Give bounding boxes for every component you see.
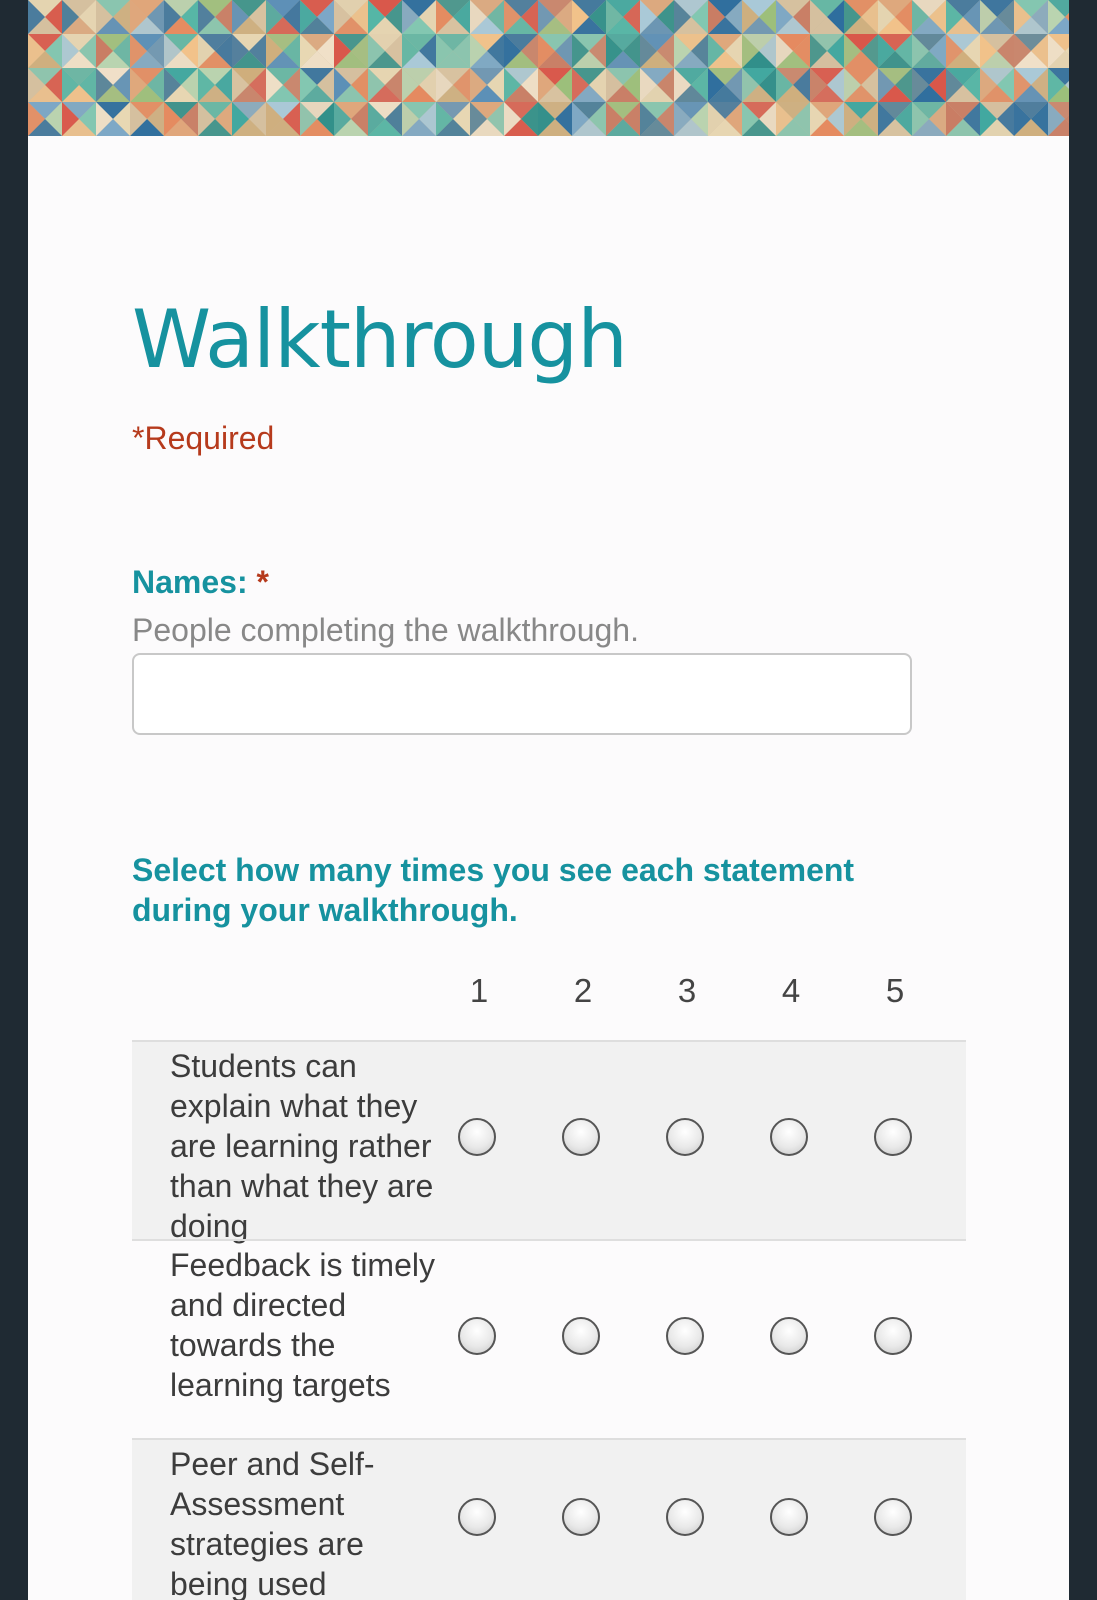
grid-row-label: Feedback is timely and directed towards …	[170, 1247, 435, 1403]
grid-row-label: Peer and Self-Assessment strategies are …	[170, 1446, 375, 1600]
names-input[interactable]	[132, 653, 912, 735]
radio-option-4[interactable]	[770, 1498, 808, 1536]
radio-option-2[interactable]	[562, 1317, 600, 1355]
grid-column-label: 4	[781, 972, 801, 1009]
header-banner-image	[28, 0, 1069, 136]
grid-column-label: 5	[885, 972, 905, 1009]
radio-option-5[interactable]	[874, 1498, 912, 1536]
grid-column-label: 2	[573, 972, 593, 1009]
radio-option-1[interactable]	[458, 1118, 496, 1156]
radio-option-2[interactable]	[562, 1498, 600, 1536]
radio-option-2[interactable]	[562, 1118, 600, 1156]
form-title: Walkthrough	[132, 293, 628, 386]
radio-option-5[interactable]	[874, 1317, 912, 1355]
grid-column-label: 1	[469, 972, 489, 1009]
grid-header: 1 2 3 4 5	[132, 960, 966, 1040]
grid-question-title: Select how many times you see each state…	[132, 852, 855, 928]
names-question-title: Names: *	[132, 562, 269, 602]
radio-option-3[interactable]	[666, 1317, 704, 1355]
grid-row: Peer and Self-Assessment strategies are …	[132, 1438, 966, 1600]
radio-option-1[interactable]	[458, 1498, 496, 1536]
radio-option-5[interactable]	[874, 1118, 912, 1156]
radio-option-4[interactable]	[770, 1317, 808, 1355]
radio-option-3[interactable]	[666, 1498, 704, 1536]
frequency-grid: 1 2 3 4 5 Students can explain what they…	[132, 960, 966, 1600]
radio-option-3[interactable]	[666, 1118, 704, 1156]
radio-option-4[interactable]	[770, 1118, 808, 1156]
radio-option-1[interactable]	[458, 1317, 496, 1355]
grid-row-label: Students can explain what they are learn…	[170, 1048, 434, 1244]
required-asterisk: *	[256, 564, 269, 600]
grid-row: Feedback is timely and directed towards …	[132, 1239, 966, 1438]
required-note: *Required	[132, 420, 275, 456]
names-help-text: People completing the walkthrough.	[132, 612, 639, 648]
names-question-label: Names:	[132, 564, 248, 600]
grid-column-label: 3	[677, 972, 697, 1009]
form-page: Walkthrough *Required Names: * People co…	[28, 0, 1069, 1600]
grid-row: Students can explain what they are learn…	[132, 1040, 966, 1244]
